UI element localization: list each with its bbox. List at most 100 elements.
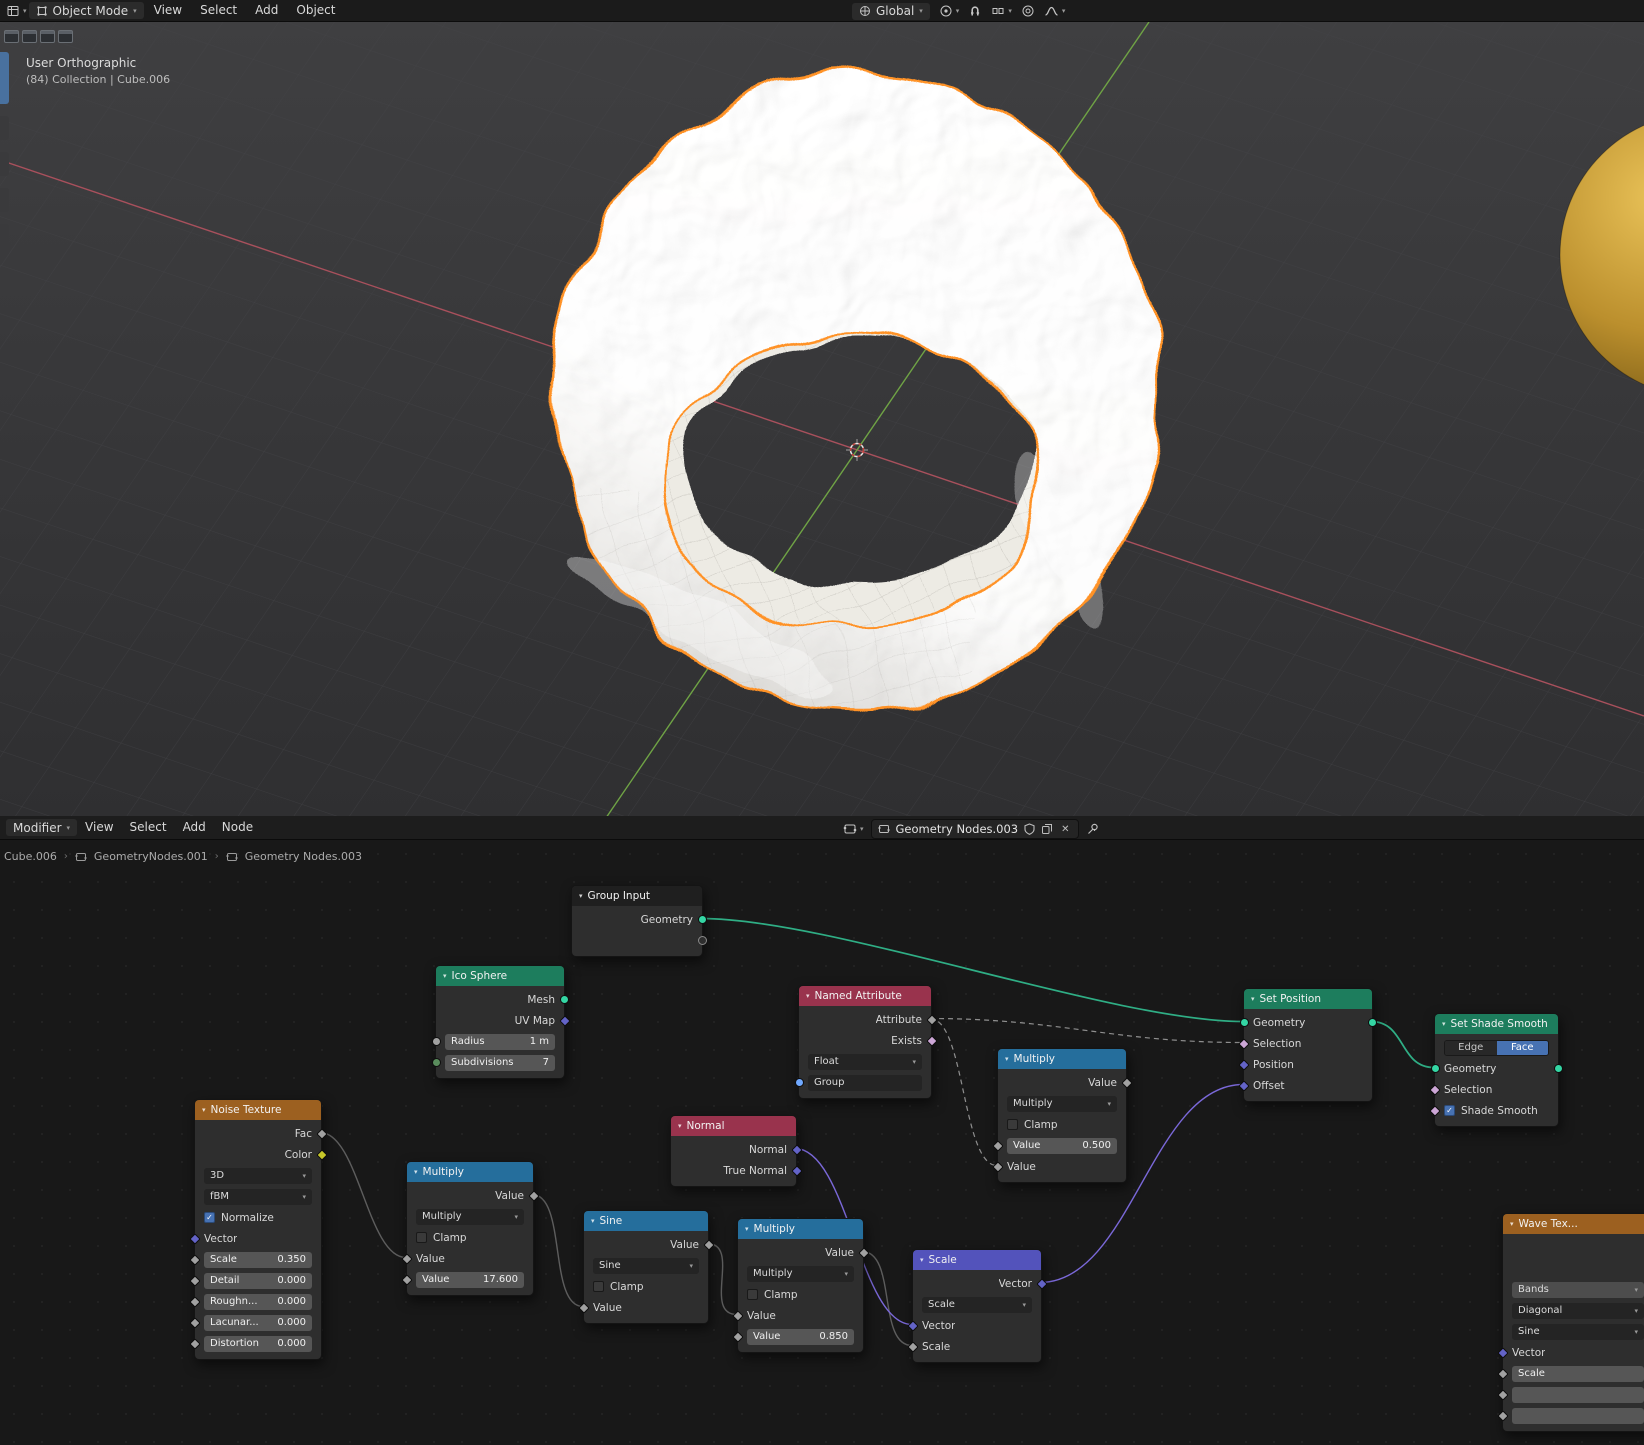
node-scale[interactable]: ▾ScaleVectorScale▾VectorScale xyxy=(912,1249,1042,1363)
snap-toggle[interactable] xyxy=(968,4,982,18)
collapse-icon[interactable]: ▾ xyxy=(1510,1220,1514,1228)
menu-add[interactable]: Add xyxy=(247,0,286,21)
collapse-icon[interactable]: ▾ xyxy=(806,992,810,1000)
socket[interactable] xyxy=(559,1015,570,1026)
number-field[interactable] xyxy=(1512,1387,1644,1403)
socket[interactable] xyxy=(1368,1018,1377,1027)
number-field[interactable]: Scale0.350 xyxy=(204,1252,312,1268)
socket[interactable] xyxy=(907,1341,918,1352)
socket[interactable] xyxy=(858,1247,869,1258)
collapse-icon[interactable]: ▾ xyxy=(414,1168,418,1176)
socket[interactable] xyxy=(401,1253,412,1264)
socket[interactable] xyxy=(1497,1410,1508,1421)
collapse-icon[interactable]: ▾ xyxy=(678,1122,682,1130)
dropdown[interactable]: Sine▾ xyxy=(593,1258,699,1274)
node-tree-name-widget[interactable]: Geometry Nodes.003 ✕ xyxy=(871,819,1079,839)
socket[interactable] xyxy=(926,1014,937,1025)
collapse-icon[interactable]: ▾ xyxy=(920,1256,924,1264)
socket[interactable] xyxy=(401,1274,412,1285)
socket[interactable] xyxy=(316,1128,327,1139)
number-field[interactable]: Radius1 m xyxy=(445,1034,555,1050)
3d-viewport[interactable]: User Orthographic (84) Collection | Cube… xyxy=(0,22,1644,816)
socket[interactable] xyxy=(1240,1018,1249,1027)
node-header[interactable]: ▾Multiply xyxy=(407,1162,533,1182)
number-field[interactable]: Lacunar...0.000 xyxy=(204,1315,312,1331)
dropdown[interactable]: Diagonal▾ xyxy=(1512,1303,1644,1319)
socket[interactable] xyxy=(791,1144,802,1155)
dropdown[interactable]: Sine▾ xyxy=(1512,1324,1644,1340)
checkbox-box[interactable]: ✓ xyxy=(204,1212,215,1223)
node-multiply_a[interactable]: ▾MultiplyValueMultiply▾ClampValue0.500Va… xyxy=(997,1048,1127,1183)
socket[interactable] xyxy=(732,1331,743,1342)
socket[interactable] xyxy=(560,995,569,1004)
socket[interactable] xyxy=(432,1037,441,1046)
socket[interactable] xyxy=(698,936,707,945)
node-header[interactable]: ▾Set Position xyxy=(1244,989,1372,1009)
dropdown[interactable]: Multiply▾ xyxy=(1007,1096,1117,1112)
number-field[interactable]: Value0.500 xyxy=(1007,1138,1117,1154)
socket[interactable] xyxy=(1429,1084,1440,1095)
breadcrumb-modifier[interactable]: GeometryNodes.001 xyxy=(94,850,208,863)
layout-icon[interactable] xyxy=(22,30,37,43)
node-wave_texture[interactable]: ▾Wave Tex...Bands▾Diagonal▾Sine▾VectorSc… xyxy=(1502,1213,1644,1432)
checkbox-box[interactable] xyxy=(593,1281,604,1292)
socket[interactable] xyxy=(1431,1064,1440,1073)
dropdown[interactable]: Multiply▾ xyxy=(416,1209,524,1225)
number-field[interactable]: Distortion0.000 xyxy=(204,1336,312,1352)
socket[interactable] xyxy=(189,1317,200,1328)
node-named_attribute[interactable]: ▾Named AttributeAttributeExistsFloat▾Gro… xyxy=(798,985,932,1099)
menu-select[interactable]: Select xyxy=(122,817,175,838)
collapse-icon[interactable]: ▾ xyxy=(745,1225,749,1233)
node-ico_sphere[interactable]: ▾Ico SphereMeshUV MapRadius1 mSubdivisio… xyxy=(435,965,565,1079)
dropdown[interactable]: Multiply▾ xyxy=(747,1266,854,1282)
dropdown[interactable]: 3D▾ xyxy=(204,1168,312,1184)
socket[interactable] xyxy=(578,1302,589,1313)
breadcrumb-object[interactable]: Cube.006 xyxy=(4,850,57,863)
number-field[interactable]: Scale xyxy=(1512,1366,1644,1382)
node-header[interactable]: ▾Wave Tex... xyxy=(1503,1214,1644,1234)
socket[interactable] xyxy=(1497,1368,1508,1379)
dropdown[interactable]: Float▾ xyxy=(808,1054,922,1070)
node-header[interactable]: ▾Sine xyxy=(584,1211,708,1231)
socket[interactable] xyxy=(189,1296,200,1307)
dropdown[interactable]: fBM▾ xyxy=(204,1189,312,1205)
number-field[interactable]: Detail0.000 xyxy=(204,1273,312,1289)
socket[interactable] xyxy=(1497,1347,1508,1358)
toggle-option[interactable]: Face xyxy=(1497,1041,1549,1055)
collapse-icon[interactable]: ▾ xyxy=(579,892,583,900)
menu-view[interactable]: View xyxy=(146,0,190,21)
socket[interactable] xyxy=(1238,1038,1249,1049)
socket[interactable] xyxy=(791,1165,802,1176)
number-field[interactable]: Subdivisions7 xyxy=(445,1055,555,1071)
editor-type-button[interactable]: ▾ xyxy=(6,4,27,18)
checkbox[interactable]: Clamp xyxy=(593,1281,644,1293)
checkbox-box[interactable] xyxy=(416,1232,427,1243)
socket[interactable] xyxy=(926,1035,937,1046)
socket[interactable] xyxy=(1121,1077,1132,1088)
socket[interactable] xyxy=(698,915,707,924)
unlink-close-icon[interactable]: ✕ xyxy=(1059,824,1071,835)
menu-view[interactable]: View xyxy=(77,817,121,838)
dropdown[interactable]: Scale▾ xyxy=(922,1297,1032,1313)
node-group_input[interactable]: ▾Group InputGeometry xyxy=(571,885,703,957)
snap-with-dropdown[interactable]: ▾ xyxy=(991,4,1012,18)
socket[interactable] xyxy=(189,1254,200,1265)
node-header[interactable]: ▾Group Input xyxy=(572,886,702,906)
menu-select[interactable]: Select xyxy=(192,0,245,21)
proportional-falloff-dropdown[interactable]: ▾ xyxy=(1044,4,1066,18)
socket[interactable] xyxy=(528,1190,539,1201)
node-noise_texture[interactable]: ▾Noise TextureFacColor3D▾fBM▾✓NormalizeV… xyxy=(194,1099,322,1360)
socket[interactable] xyxy=(703,1239,714,1250)
layout-icon[interactable] xyxy=(4,30,19,43)
socket[interactable] xyxy=(1238,1080,1249,1091)
fake-user-shield-icon[interactable] xyxy=(1024,823,1035,835)
menu-node[interactable]: Node xyxy=(214,817,261,838)
node-header[interactable]: ▾Ico Sphere xyxy=(436,966,564,986)
checkbox[interactable]: ✓Shade Smooth xyxy=(1444,1105,1538,1117)
number-field[interactable] xyxy=(1512,1408,1644,1424)
node-header[interactable]: ▾Normal xyxy=(671,1116,796,1136)
node-header[interactable]: ▾Noise Texture xyxy=(195,1100,321,1120)
socket[interactable] xyxy=(189,1233,200,1244)
tool-button[interactable] xyxy=(0,224,9,248)
socket[interactable] xyxy=(732,1310,743,1321)
